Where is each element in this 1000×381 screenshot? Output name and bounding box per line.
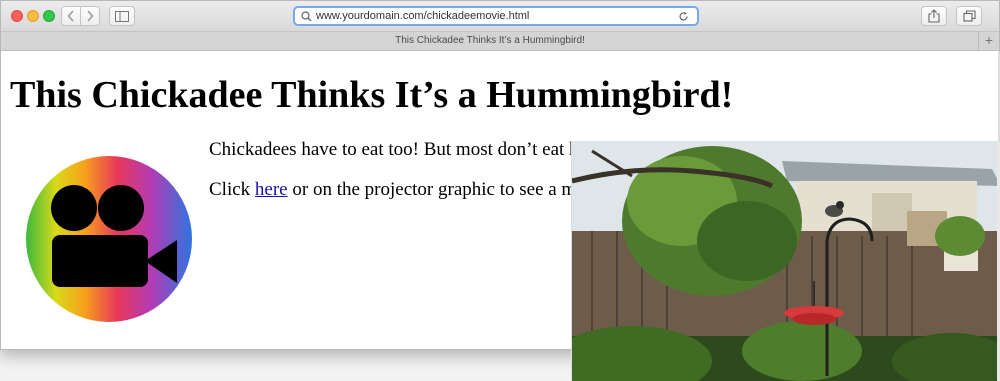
sidebar-toggle-button[interactable] [109, 6, 135, 26]
instruction-text-before: Click [209, 179, 255, 200]
chevron-right-icon [87, 10, 94, 22]
instruction-text-after: or on the projector graphic to see a mo [287, 179, 586, 200]
minimize-window-button[interactable] [27, 10, 39, 22]
video-frame[interactable] [571, 141, 1000, 381]
share-button[interactable] [921, 6, 947, 26]
forward-button[interactable] [80, 6, 100, 26]
instruction-paragraph: Click here or on the projector graphic t… [209, 179, 586, 201]
search-icon [301, 10, 312, 21]
share-icon [928, 9, 940, 23]
tabs-icon [962, 10, 976, 22]
intro-paragraph: Chickadees have to eat too! But most don… [209, 139, 589, 160]
show-tabs-button[interactable] [956, 6, 982, 26]
chevron-left-icon [67, 10, 74, 22]
address-bar[interactable]: www.yourdomain.com/chickadeemovie.html [293, 6, 699, 26]
movie-camera-icon[interactable] [25, 155, 193, 323]
browser-toolbar: www.yourdomain.com/chickadeemovie.html [1, 1, 999, 32]
reload-icon[interactable] [678, 11, 689, 22]
here-link[interactable]: here [255, 179, 288, 200]
tab-bar: This Chickadee Thinks It’s a Hummingbird… [1, 32, 999, 51]
back-button[interactable] [61, 6, 81, 26]
tab-active[interactable]: This Chickadee Thinks It’s a Hummingbird… [1, 35, 979, 46]
close-window-button[interactable] [11, 10, 23, 22]
url-text: www.yourdomain.com/chickadeemovie.html [316, 10, 530, 22]
sidebar-icon [115, 10, 129, 22]
zoom-window-button[interactable] [43, 10, 55, 22]
backyard-video-image [572, 141, 1000, 381]
new-tab-button[interactable]: + [978, 32, 999, 50]
page-title: This Chickadee Thinks It’s a Hummingbird… [10, 74, 734, 116]
